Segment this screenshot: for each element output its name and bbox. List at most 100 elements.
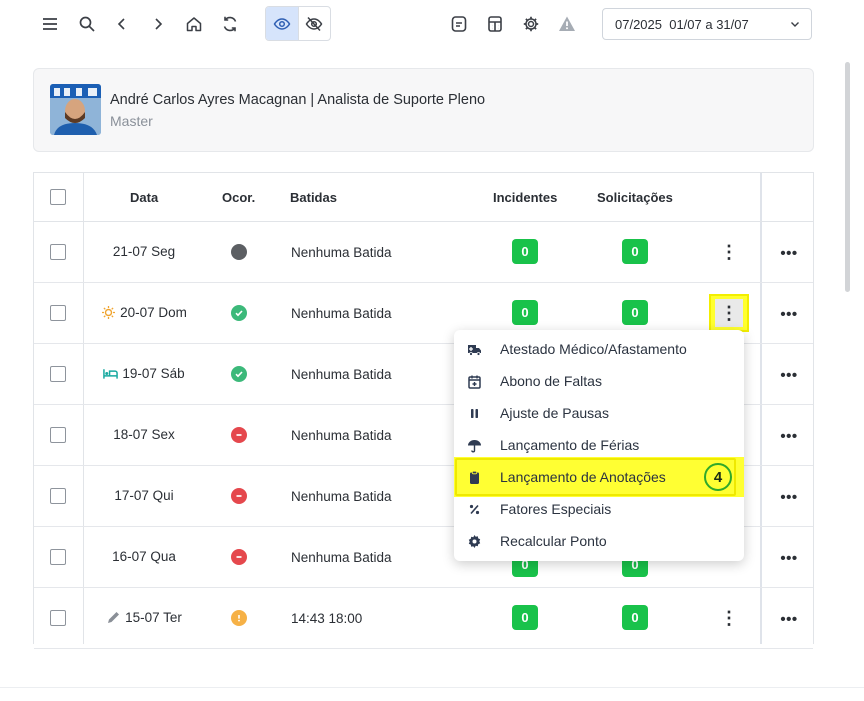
calculator-icon[interactable]: [483, 12, 507, 36]
more-options-icon[interactable]: •••: [779, 428, 799, 445]
umbrella-icon: [468, 440, 481, 453]
sun-icon: [102, 306, 116, 319]
menu-item-label: Lançamento de Férias: [500, 437, 640, 453]
row-date: 15-07 Ter: [84, 610, 204, 625]
row-batidas: Nenhuma Batida: [291, 428, 392, 443]
menu-item-label: Ajuste de Pausas: [500, 405, 609, 421]
more-options-icon[interactable]: •••: [779, 245, 799, 262]
incidentes-badge[interactable]: 0: [512, 300, 538, 325]
header-batidas[interactable]: Batidas: [290, 190, 337, 205]
search-icon[interactable]: [75, 12, 99, 36]
more-options-icon[interactable]: •••: [779, 550, 799, 567]
visibility-toggle-group: [265, 6, 331, 41]
menu-item-label: Abono de Faltas: [500, 373, 602, 389]
row-batidas: Nenhuma Batida: [291, 489, 392, 504]
row-date-label: 21-07 Seg: [112, 244, 176, 259]
incidentes-badge[interactable]: 0: [512, 239, 538, 264]
avatar: [50, 84, 101, 135]
row-date: 18-07 Sex: [84, 427, 204, 442]
row-date-label: 15-07 Ter: [125, 610, 182, 625]
menu-icon[interactable]: [38, 12, 62, 36]
refresh-icon[interactable]: [218, 12, 242, 36]
pause-icon: [471, 409, 478, 418]
step-number-badge: 4: [704, 463, 732, 491]
more-options-icon[interactable]: •••: [779, 306, 799, 323]
table-row: 21-07 Seg Nenhuma Batida 0 0 ⋮ •••: [34, 222, 813, 283]
status-neutral-icon: [231, 244, 247, 260]
more-options-icon[interactable]: •••: [779, 611, 799, 628]
menu-item-fatores[interactable]: Fatores Especiais: [454, 493, 744, 525]
status-ok-icon: [231, 366, 247, 382]
scrollbar[interactable]: [845, 62, 850, 292]
pencil-icon: [108, 612, 120, 623]
row-checkbox[interactable]: [50, 427, 66, 443]
clipboard-icon: [470, 470, 479, 484]
status-warning-icon: [231, 610, 247, 626]
row-date-label: 18-07 Sex: [113, 427, 175, 442]
header-data[interactable]: Data: [130, 190, 158, 205]
row-checkbox[interactable]: [50, 305, 66, 321]
header-incidentes[interactable]: Incidentes: [493, 190, 557, 205]
table-header: Data Ocor. Batidas Incidentes Solicitaçõ…: [34, 173, 813, 222]
user-card: André Carlos Ayres Macagnan | Analista d…: [33, 68, 814, 152]
user-role: Master: [110, 113, 153, 129]
solicitacoes-badge[interactable]: 0: [622, 239, 648, 264]
row-checkbox[interactable]: [50, 549, 66, 565]
status-error-icon: [231, 549, 247, 565]
more-options-icon[interactable]: •••: [779, 367, 799, 384]
menu-item-recalcular[interactable]: Recalcular Ponto: [454, 525, 744, 557]
row-checkbox[interactable]: [50, 610, 66, 626]
row-date: 20-07 Dom: [84, 305, 204, 320]
gear-icon[interactable]: [519, 12, 543, 36]
menu-item-pausas[interactable]: Ajuste de Pausas: [454, 397, 744, 429]
status-error-icon: [231, 427, 247, 443]
row-actions-kebab-icon[interactable]: ⋮: [714, 237, 744, 267]
menu-item-label: Atestado Médico/Afastamento: [500, 341, 687, 357]
status-ok-icon: [231, 305, 247, 321]
row-batidas: Nenhuma Batida: [291, 367, 392, 382]
menu-item-abono[interactable]: Abono de Faltas: [454, 365, 744, 397]
menu-item-label: Lançamento de Anotações: [500, 469, 666, 485]
gear-icon: [468, 535, 481, 548]
eye-icon[interactable]: [266, 7, 298, 40]
more-options-icon[interactable]: •••: [779, 489, 799, 506]
period-value: 07/2025 01/07 a 31/07: [615, 16, 749, 32]
incidentes-badge[interactable]: 0: [512, 605, 538, 630]
user-name: André Carlos Ayres Macagnan | Analista d…: [110, 92, 486, 108]
period-select[interactable]: 07/2025 01/07 a 31/07: [602, 8, 812, 40]
row-actions-kebab-icon[interactable]: ⋮: [714, 603, 744, 633]
menu-item-atestado[interactable]: Atestado Médico/Afastamento: [454, 333, 744, 365]
row-checkbox[interactable]: [50, 366, 66, 382]
solicitacoes-badge[interactable]: 0: [622, 605, 648, 630]
table-row: 15-07 Ter 14:43 18:00 0 0 ⋮ •••: [34, 588, 813, 649]
header-solicitacoes[interactable]: Solicitações: [597, 190, 673, 205]
menu-item-anotacoes[interactable]: Lançamento de Anotações 4: [454, 457, 744, 497]
chevron-left-icon[interactable]: [110, 12, 134, 36]
row-date-label: 19-07 Sáb: [122, 366, 185, 381]
eye-off-icon[interactable]: [297, 7, 330, 40]
row-actions-kebab-icon[interactable]: ⋮: [709, 294, 749, 332]
document-icon[interactable]: [447, 12, 471, 36]
home-icon[interactable]: [182, 12, 206, 36]
row-batidas: Nenhuma Batida: [291, 550, 392, 565]
row-checkbox[interactable]: [50, 488, 66, 504]
row-batidas: 14:43 18:00: [291, 611, 363, 626]
row-date-label: 16-07 Qua: [112, 549, 176, 564]
row-date: 17-07 Qui: [84, 488, 204, 503]
warning-icon[interactable]: [555, 12, 579, 36]
row-date: 19-07 Sáb: [84, 366, 204, 381]
solicitacoes-badge[interactable]: 0: [622, 300, 648, 325]
row-checkbox[interactable]: [50, 244, 66, 260]
row-date-label: 20-07 Dom: [120, 305, 187, 320]
divider: [0, 687, 864, 688]
header-ocor[interactable]: Ocor.: [222, 190, 255, 205]
select-all-checkbox[interactable]: [50, 189, 66, 205]
row-date: 21-07 Seg: [84, 244, 204, 259]
menu-item-label: Recalcular Ponto: [500, 533, 607, 549]
row-date-label: 17-07 Qui: [114, 488, 174, 503]
bed-icon: [103, 369, 119, 379]
chevron-right-icon[interactable]: [146, 12, 170, 36]
row-batidas: Nenhuma Batida: [291, 245, 392, 260]
chevron-down-icon: [791, 22, 799, 27]
status-error-icon: [231, 488, 247, 504]
